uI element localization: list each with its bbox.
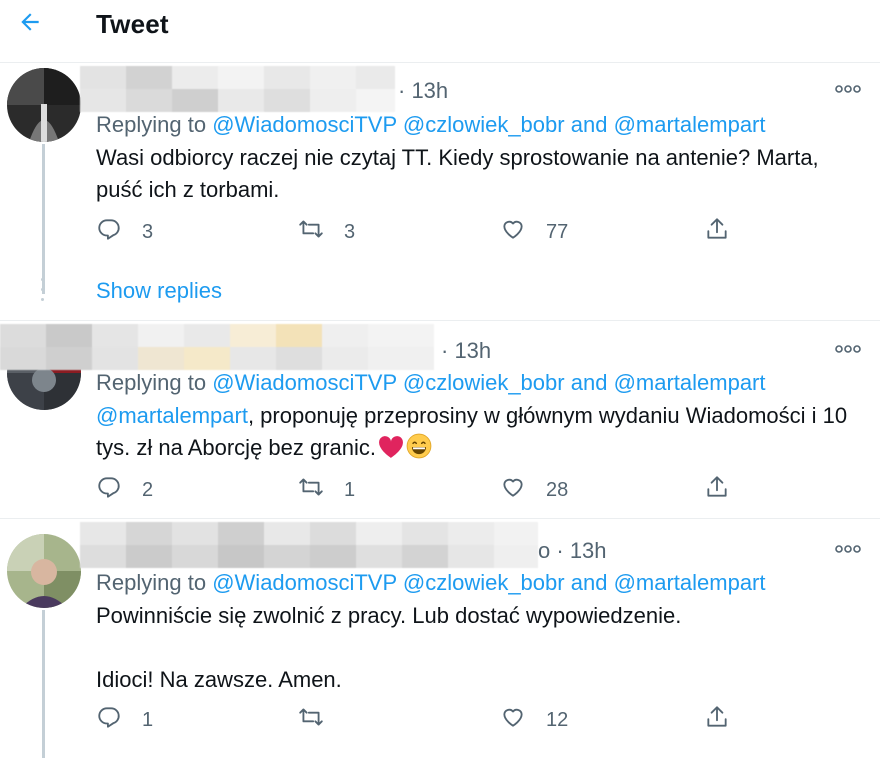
like-count: 77 [546, 220, 569, 243]
share-icon [704, 474, 730, 506]
mention-link[interactable]: @WiadomosciTVP [212, 112, 397, 137]
retweet-button[interactable] [298, 704, 344, 736]
like-button[interactable]: 12 [500, 704, 568, 736]
author-handle-fragment: o [538, 538, 551, 563]
like-count: 12 [546, 708, 569, 731]
share-button[interactable] [704, 216, 730, 248]
mention-link[interactable]: @martalempart [614, 570, 766, 595]
action-bar: 1 12 [96, 704, 756, 732]
replying-to: Replying to @WiadomosciTVP @czlowiek_bob… [96, 570, 766, 596]
retweet-button[interactable]: 3 [298, 216, 355, 248]
mention-conjunction: and [570, 570, 608, 595]
red-heart-icon [378, 435, 404, 468]
share-button[interactable] [704, 474, 730, 506]
tweet-time[interactable]: · 13h [441, 338, 491, 364]
comment-icon [96, 474, 122, 506]
like-count: 28 [546, 478, 569, 501]
tweet-text: Powinniście się zwolnić z pracy. Lub dos… [96, 603, 682, 692]
share-icon [704, 216, 730, 248]
reply-button[interactable]: 1 [96, 704, 153, 736]
back-button[interactable] [14, 8, 46, 40]
retweet-icon [298, 474, 324, 506]
replying-to: Replying to @WiadomosciTVP @czlowiek_bob… [96, 370, 766, 396]
action-bar: 3 3 77 [96, 216, 756, 244]
replying-label: Replying to [96, 570, 207, 595]
comment-icon [96, 216, 122, 248]
reply-tweet-2[interactable]: · 13h Replying to @WiadomosciTVP @czlowi… [0, 320, 880, 519]
share-button[interactable] [704, 704, 730, 736]
author-name-redacted [80, 522, 538, 568]
action-bar: 2 1 28 [96, 474, 756, 502]
thread-line [42, 610, 45, 758]
more-icon [835, 81, 861, 99]
more-options-button[interactable] [834, 340, 862, 360]
like-button[interactable]: 77 [500, 216, 568, 248]
replying-label: Replying to [96, 112, 207, 137]
mention-link[interactable]: @czlowiek_bobr [403, 112, 565, 137]
retweet-button[interactable]: 1 [298, 474, 355, 506]
comment-icon [96, 704, 122, 736]
reply-count: 1 [142, 708, 154, 731]
mention-conjunction: and [570, 370, 608, 395]
mention-link[interactable]: @czlowiek_bobr [403, 370, 565, 395]
avatar[interactable] [7, 68, 81, 142]
tweet-time[interactable]: o · 13h [538, 538, 607, 564]
mention-link[interactable]: @martalempart [614, 370, 766, 395]
reply-count: 2 [142, 478, 154, 501]
reply-count: 3 [142, 220, 154, 243]
more-icon [835, 341, 861, 359]
replying-label: Replying to [96, 370, 207, 395]
mention-link[interactable]: @martalempart [614, 112, 766, 137]
more-icon [835, 541, 861, 559]
mention-link[interactable]: @WiadomosciTVP [212, 370, 397, 395]
tweet-text: @martalempart, proponuję przeprosiny w g… [96, 400, 856, 468]
author-name-redacted [0, 324, 434, 370]
reply-button[interactable]: 3 [96, 216, 153, 248]
retweet-icon [298, 216, 324, 248]
more-options-button[interactable] [834, 80, 862, 100]
heart-icon [500, 704, 526, 736]
page-title: Tweet [96, 9, 169, 39]
heart-icon [500, 216, 526, 248]
thread-line [42, 144, 45, 294]
reply-tweet-1[interactable]: · 13h Replying to @WiadomosciTVP @czlowi… [0, 62, 880, 321]
thread-continuation-dots [41, 278, 45, 308]
reply-button[interactable]: 2 [96, 474, 153, 506]
retweet-icon [298, 704, 324, 736]
mention-link[interactable]: @WiadomosciTVP [212, 570, 397, 595]
author-name-redacted [80, 66, 395, 112]
tweet-time-label: · 13h [556, 538, 607, 563]
arrow-left-icon [17, 9, 43, 40]
grinning-face-icon [406, 433, 432, 468]
tweet-text: Wasi odbiorcy raczej nie czytaj TT. Kied… [96, 145, 825, 202]
show-replies-link[interactable]: Show replies [96, 278, 222, 304]
like-button[interactable]: 28 [500, 474, 568, 506]
tweet-time[interactable]: · 13h [398, 78, 448, 104]
retweet-count: 3 [344, 220, 356, 243]
retweet-count: 1 [344, 478, 356, 501]
mention-conjunction: and [570, 112, 608, 137]
mention-link[interactable]: @czlowiek_bobr [403, 570, 565, 595]
more-options-button[interactable] [834, 540, 862, 560]
avatar[interactable] [7, 534, 81, 608]
replying-to: Replying to @WiadomosciTVP @czlowiek_bob… [96, 112, 766, 138]
heart-icon [500, 474, 526, 506]
reply-tweet-3[interactable]: o · 13h Replying to @WiadomosciTVP @czlo… [0, 518, 880, 758]
share-icon [704, 704, 730, 736]
top-bar: Tweet [0, 0, 880, 63]
mention-link[interactable]: @martalempart [96, 403, 248, 428]
